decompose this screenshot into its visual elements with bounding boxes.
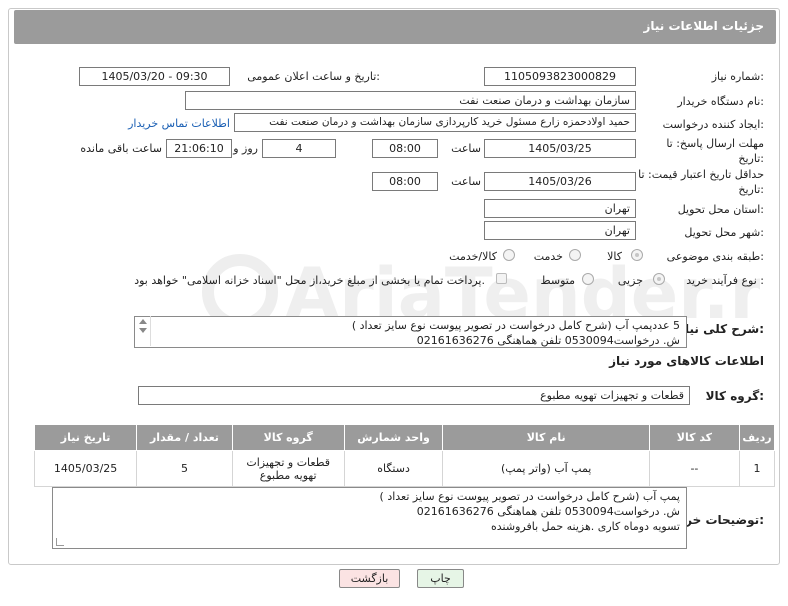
category-radio-goods-service[interactable] <box>503 249 515 261</box>
cell-name: پمپ آب (واتر پمپ) <box>442 450 650 487</box>
requester-label: ایجاد کننده درخواست: <box>662 118 764 131</box>
col-name: نام کالا <box>442 424 650 451</box>
days-label: روز و <box>233 142 258 155</box>
deadline-date-field: 1405/03/25 <box>484 139 636 158</box>
treasury-payment-note: پرداخت تمام یا بخشی از مبلغ خرید،از محل … <box>134 274 485 287</box>
category-radio-goods[interactable] <box>631 249 643 261</box>
requester-field: حمید اولادحمزه زارع مسئول خرید کارپردازی… <box>234 113 636 132</box>
process-radio-medium[interactable] <box>582 273 594 285</box>
col-group: گروه کالا <box>231 424 345 451</box>
description-label: شرح کلی نیاز: <box>678 322 764 336</box>
need-number-label: شماره نیاز: <box>711 70 764 83</box>
description-textarea[interactable]: 5 عددپمپ آب (شرح کامل درخواست در تصویر پ… <box>134 316 687 348</box>
buyer-notes-line: پمپ آب (شرح کامل درخواست در تصویر پیوست … <box>379 490 680 503</box>
deadline-time-label: ساعت <box>451 142 481 155</box>
description-line: 5 عددپمپ آب (شرح کامل درخواست در تصویر پ… <box>351 319 680 332</box>
validity-time-field: 08:00 <box>372 172 438 191</box>
description-scrollbar[interactable] <box>137 316 151 346</box>
remaining-time-label: ساعت باقی مانده <box>80 142 162 155</box>
process-radio-minor[interactable] <box>653 273 665 285</box>
cell-qty: 5 <box>136 450 233 487</box>
resize-handle-icon[interactable] <box>56 538 64 546</box>
buyer-notes-textarea[interactable]: پمپ آب (شرح کامل درخواست در تصویر پیوست … <box>52 487 687 549</box>
print-button[interactable]: چاپ <box>417 569 464 588</box>
announce-datetime-field: 1405/03/20 - 09:30 <box>79 67 230 86</box>
category-option-goods-service: کالا/خدمت <box>449 250 497 263</box>
price-validity-label: حداقل تاریخ اعتبار قیمت: تا تاریخ: <box>638 168 764 196</box>
remaining-time-field: 21:06:10 <box>166 139 232 158</box>
province-label: استان محل تحویل: <box>677 203 764 216</box>
days-remaining-field: 4 <box>262 139 336 158</box>
process-option-medium: متوسط <box>540 274 575 287</box>
buyer-org-field: سازمان بهداشت و درمان صنعت نفت <box>185 91 636 110</box>
cell-date: 1405/03/25 <box>33 450 138 487</box>
col-date: تاریخ نیاز <box>33 424 138 451</box>
buyer-org-label: نام دستگاه خریدار: <box>677 95 764 108</box>
validity-time-label: ساعت <box>451 175 481 188</box>
buyer-notes-line: ش. درخواست0530094 تلفن هماهنگی 021616362… <box>416 505 680 518</box>
deadline-time-field: 08:00 <box>372 139 438 158</box>
process-option-minor: جزیی <box>617 274 643 287</box>
col-code: کد کالا <box>648 424 741 451</box>
description-line: ش. درخواست0530094 تلفن هماهنگی 021616362… <box>416 334 680 347</box>
buyer-notes-line: تسویه دوماه کاری .هزینه حمل بافروشنده <box>491 520 680 533</box>
col-qty: تعداد / مقدار <box>136 424 233 451</box>
page-header: جزئیات اطلاعات نیاز <box>14 10 776 44</box>
col-unit: واحد شمارش <box>343 424 444 451</box>
category-option-goods: کالا <box>607 250 622 263</box>
announce-label: تاریخ و ساعت اعلان عمومی: <box>247 70 380 83</box>
treasury-checkbox[interactable] <box>496 273 507 284</box>
goods-table: ردیف کد کالا نام کالا واحد شمارش گروه کا… <box>33 424 775 487</box>
cell-code: -- <box>648 450 741 487</box>
validity-date-field: 1405/03/26 <box>484 172 636 191</box>
goods-table-header: ردیف کد کالا نام کالا واحد شمارش گروه کا… <box>33 424 775 451</box>
goods-group-field: قطعات و تجهیزات تهویه مطبوع <box>138 386 690 405</box>
category-radio-service[interactable] <box>569 249 581 261</box>
buyer-contact-link[interactable]: اطلاعات تماس خریدار <box>128 117 230 130</box>
scroll-down-icon[interactable] <box>139 328 147 333</box>
need-number-field: 1105093823000829 <box>484 67 636 86</box>
deadline-label: مهلت ارسال پاسخ: تا تاریخ: <box>666 137 764 165</box>
city-field: تهران <box>484 221 636 240</box>
process-type-label: نوع فرآیند خرید : <box>686 274 764 287</box>
back-button[interactable]: بازگشت <box>339 569 400 588</box>
category-label: طبقه بندی موضوعی: <box>666 250 764 263</box>
scroll-up-icon[interactable] <box>139 319 147 324</box>
province-field: تهران <box>484 199 636 218</box>
page-title: جزئیات اطلاعات نیاز <box>643 19 764 33</box>
col-row: ردیف <box>739 424 775 451</box>
cell-unit: دستگاه <box>343 450 444 487</box>
goods-section-title: اطلاعات کالاهای مورد نیاز <box>609 354 764 368</box>
city-label: شهر محل تحویل: <box>684 226 764 239</box>
cell-row: 1 <box>739 450 775 487</box>
table-row: 1 -- پمپ آب (واتر پمپ) دستگاه قطعات و تج… <box>33 450 775 487</box>
cell-group: قطعات و تجهیزات تهویه مطبوع <box>231 450 345 487</box>
category-option-service: خدمت <box>533 250 563 263</box>
goods-group-label: گروه کالا: <box>705 389 764 403</box>
